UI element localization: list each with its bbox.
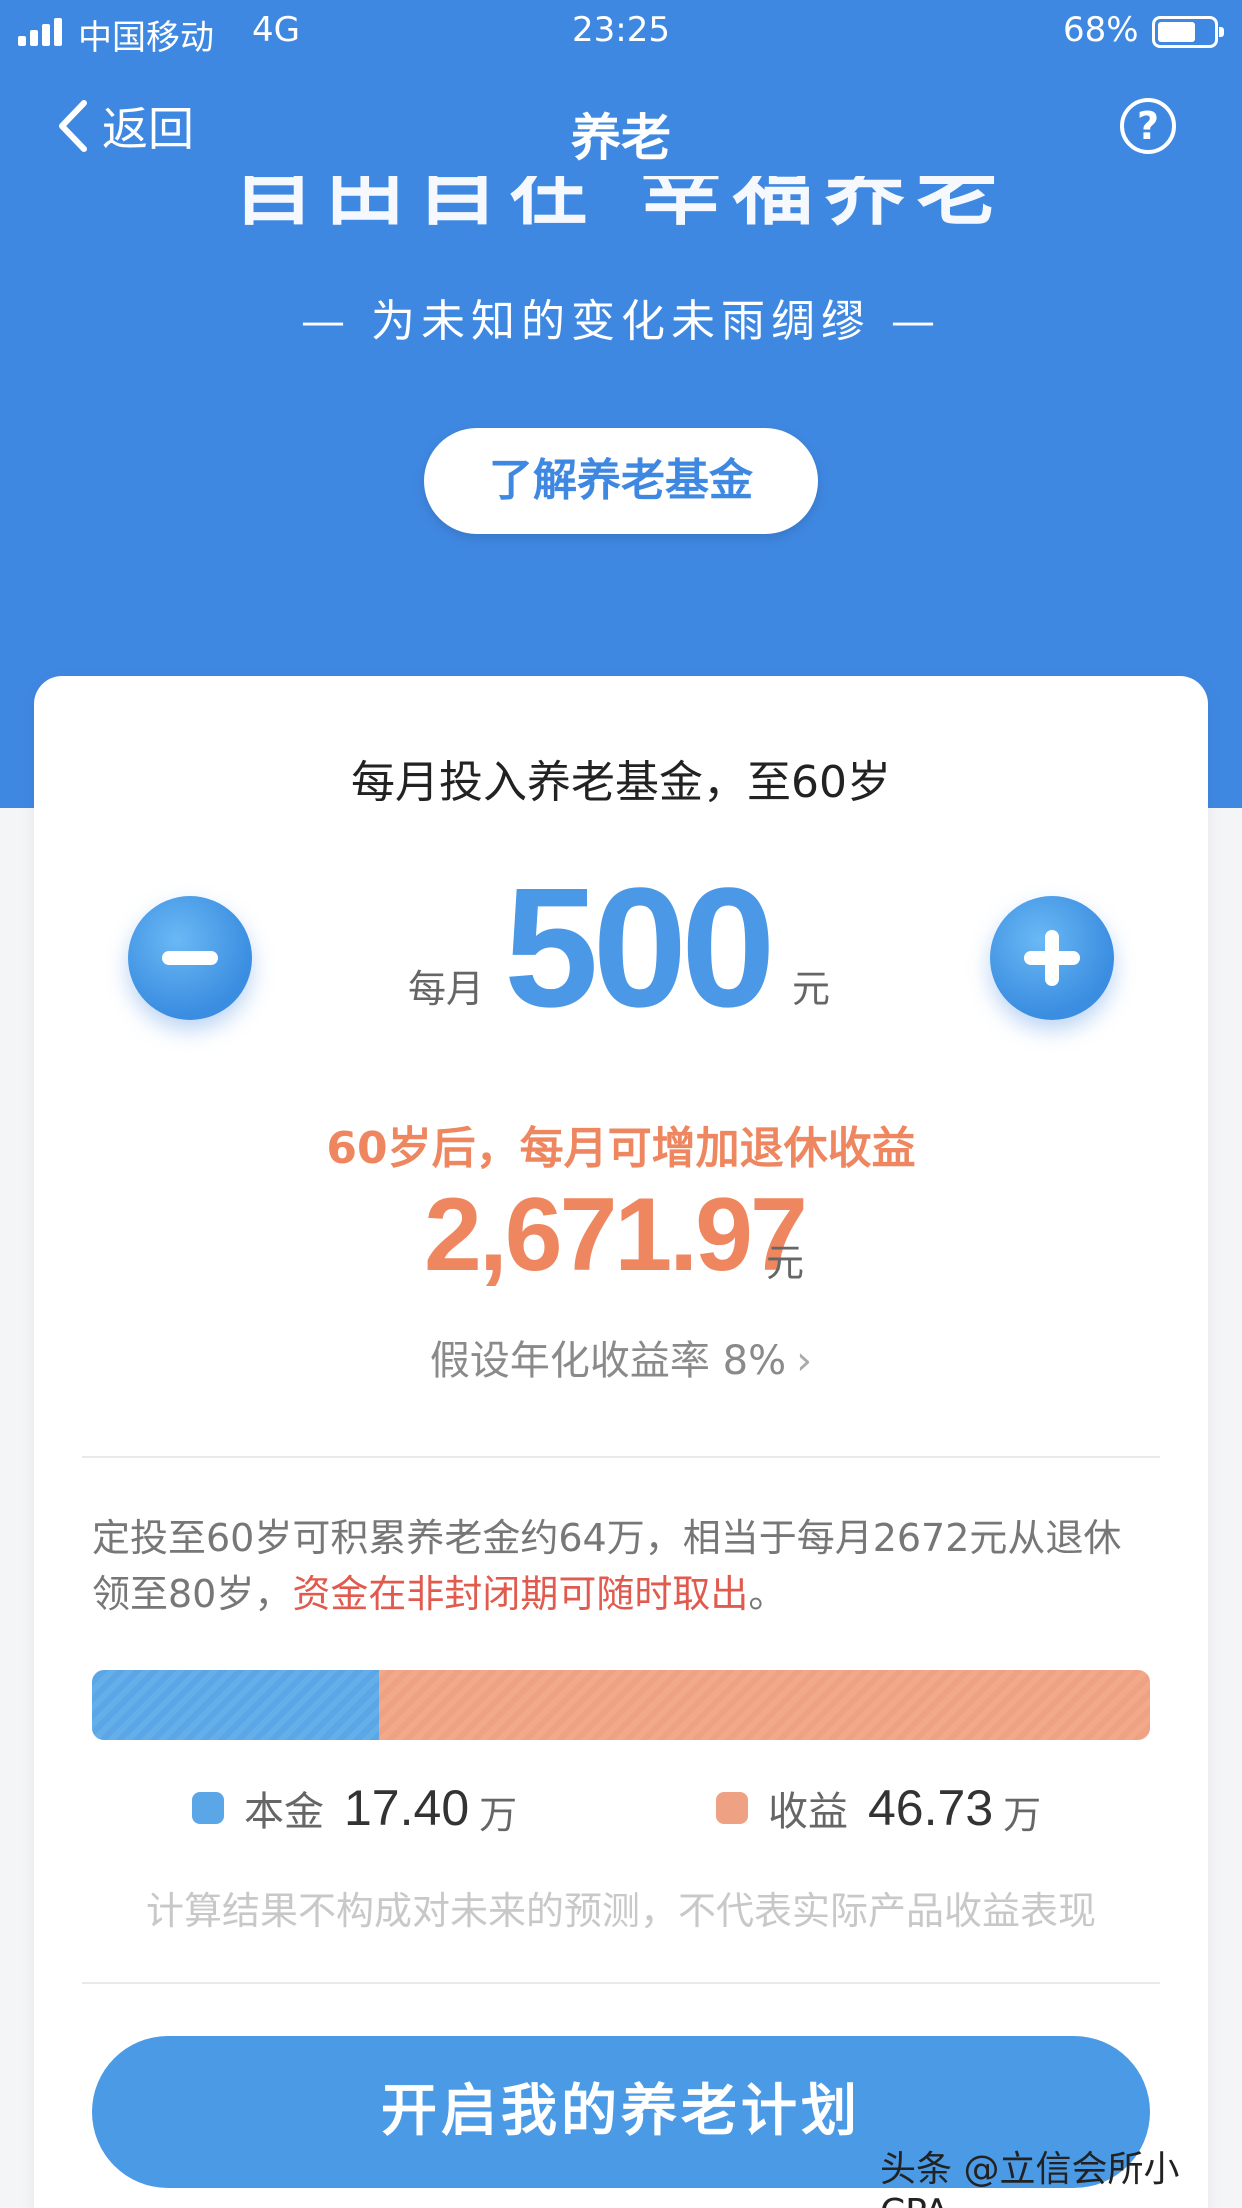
gain-unit: 元	[766, 1241, 805, 1285]
amount-prefix: 每月	[408, 967, 485, 1011]
principal-label: 本金	[244, 1788, 324, 1835]
earnings-unit: 万	[1003, 1793, 1042, 1837]
clock: 23:25	[572, 10, 670, 50]
principal-segment	[92, 1670, 380, 1740]
disclaimer: 计算结果不构成对未来的预测，不代表实际产品收益表现	[145, 1889, 1096, 1933]
earnings-value: 46.73	[868, 1779, 994, 1836]
page-title: 养老	[571, 109, 671, 167]
summary-end: 。	[748, 1572, 787, 1616]
hero-slogan: 自由自在 幸福养老	[0, 176, 1242, 246]
question-circle-icon[interactable]: ?	[1120, 98, 1176, 154]
annual-rate-selector[interactable]: 假设年化收益率 8% ›	[0, 1328, 1242, 1386]
status-bar: 中国移动 4G 23:25 68%	[0, 0, 1242, 62]
earnings-segment	[379, 1670, 1150, 1740]
gain-label: 60岁后，每月可增加退休收益	[326, 1123, 916, 1174]
principal-unit: 万	[479, 1793, 518, 1837]
summary-description: 定投至60岁可积累养老金约64万，相当于每月2672元从退休领至80岁，资金在非…	[92, 1510, 1152, 1622]
divider	[82, 1456, 1160, 1458]
watermark: 头条 @立信会所小CPA	[880, 2149, 1180, 2208]
monthly-amount: 500	[504, 853, 776, 1043]
principal-value: 17.40	[344, 1779, 470, 1836]
minus-icon	[162, 951, 218, 965]
battery-percentage: 68%	[1063, 10, 1139, 50]
earnings-legend: 收益 46.73 万	[716, 1776, 1041, 1839]
hero-subtitle: — 为未知的变化未雨绸缪 —	[301, 296, 941, 347]
earnings-label: 收益	[768, 1788, 848, 1835]
amount-unit: 元	[792, 967, 831, 1011]
summary-highlight: 资金在非封闭期可随时取出	[292, 1572, 749, 1616]
rate-text: 假设年化收益率 8%	[429, 1338, 787, 1384]
battery-icon	[1152, 16, 1224, 48]
divider	[82, 1982, 1160, 1984]
principal-dot	[192, 1791, 224, 1824]
plus-icon	[1045, 930, 1059, 986]
increase-amount-button[interactable]	[990, 896, 1114, 1020]
principal-earnings-bar	[92, 1670, 1150, 1740]
decrease-amount-button[interactable]	[128, 896, 252, 1020]
gain-value: 2,671.97	[424, 1177, 808, 1293]
earnings-dot	[716, 1791, 748, 1824]
chevron-right-icon: ›	[796, 1338, 813, 1384]
calculator-heading: 每月投入养老基金，至60岁	[351, 757, 891, 808]
hero-slogan-text: 自由自在 幸福养老	[233, 176, 1009, 236]
learn-pension-fund-button[interactable]: 了解养老基金	[424, 428, 818, 534]
principal-legend: 本金 17.40 万	[192, 1776, 517, 1839]
